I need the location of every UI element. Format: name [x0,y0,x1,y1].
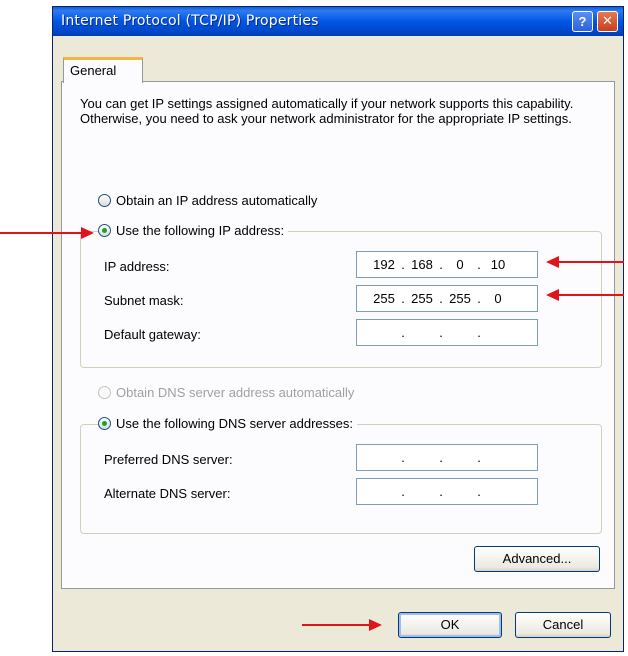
octet: 168 [411,257,433,272]
obtain-ip-auto-radio[interactable]: Obtain an IP address automatically [98,193,322,208]
tab-general-label: General [70,63,117,78]
properties-dialog: Internet Protocol (TCP/IP) Properties ? … [52,6,624,652]
help-button[interactable]: ? [572,11,593,32]
radio-selected-icon [98,417,111,430]
alternate-dns-field[interactable]: . . . [356,478,538,505]
octet: 0 [494,291,502,306]
arrow-to-ok-icon [302,619,382,631]
alternate-dns-label: Alternate DNS server: [104,486,231,501]
use-ip-radio[interactable]: Use the following IP address: [98,223,289,238]
ip-address-field[interactable]: 192 . 168 . 0 . 10 [356,251,538,278]
obtain-ip-auto-label: Obtain an IP address automatically [116,193,318,208]
advanced-button[interactable]: Advanced... [474,546,600,572]
radio-off-icon [98,194,111,207]
default-gateway-label: Default gateway: [104,327,201,342]
subnet-mask-field[interactable]: 255 . 255 . 255 . 0 [356,285,538,312]
subnet-mask-label: Subnet mask: [104,293,184,308]
ip-address-label: IP address: [104,259,170,274]
octet: 10 [490,257,506,272]
default-gateway-field[interactable]: . . . [356,319,538,346]
use-ip-label: Use the following IP address: [116,223,285,238]
arrow-to-use-ip-icon [0,227,94,239]
arrow-to-ip-address-icon [546,256,624,268]
close-button[interactable]: ✕ [597,11,618,32]
radio-selected-icon [98,224,111,237]
use-dns-radio[interactable]: Use the following DNS server addresses: [98,416,357,431]
title-bar[interactable]: Internet Protocol (TCP/IP) Properties ? … [53,7,623,36]
arrow-to-subnet-icon [546,289,624,301]
octet: 255 [411,291,433,306]
octet: 0 [456,257,464,272]
radio-off-icon [98,386,111,399]
use-dns-label: Use the following DNS server addresses: [116,416,353,431]
tab-general[interactable]: General [63,57,143,83]
octet: 255 [373,291,395,306]
obtain-dns-auto-radio[interactable]: Obtain DNS server address automatically [98,385,359,400]
obtain-dns-auto-label: Obtain DNS server address automatically [116,385,355,400]
preferred-dns-label: Preferred DNS server: [104,452,233,467]
octet: 255 [449,291,471,306]
preferred-dns-field[interactable]: . . . [356,444,538,471]
octet: 192 [373,257,395,272]
dialog-title: Internet Protocol (TCP/IP) Properties [61,13,319,29]
intro-text: You can get IP settings assigned automat… [80,96,574,126]
ok-button[interactable]: OK [398,612,502,638]
general-panel: You can get IP settings assigned automat… [61,81,615,589]
cancel-button[interactable]: Cancel [515,612,611,638]
